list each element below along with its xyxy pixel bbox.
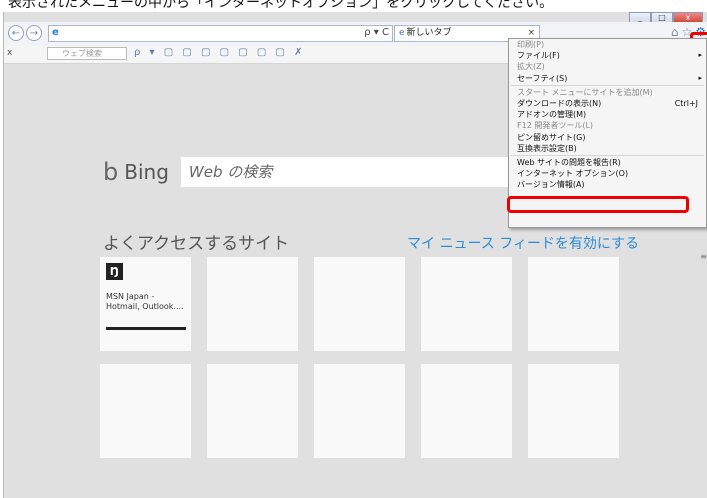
toolbar-search-input[interactable]: ウェブ検索 bbox=[47, 47, 127, 60]
msn-logo-icon: Ŋ bbox=[106, 263, 123, 280]
menu-separator bbox=[511, 84, 704, 86]
menu-item-report-site[interactable]: Web サイトの問題を報告(R) bbox=[509, 157, 706, 168]
menu-label: 互換表示設定(B) bbox=[517, 143, 577, 153]
menu-item-zoom[interactable]: 拡大(Z) bbox=[509, 61, 706, 72]
menu-label: Web サイトの問題を報告(R) bbox=[517, 157, 621, 167]
menu-item-add-site[interactable]: スタート メニューにサイトを追加(M) bbox=[509, 87, 706, 98]
menu-item-downloads[interactable]: ダウンロードの表示(N) Ctrl+J bbox=[509, 98, 706, 109]
menu-item-about[interactable]: バージョン情報(A) bbox=[509, 179, 706, 190]
tile-empty[interactable] bbox=[314, 364, 405, 458]
ie-logo-icon: e bbox=[52, 27, 59, 38]
menu-label: ファイル(F) bbox=[517, 51, 560, 61]
menu-label: スタート メニューにサイトを追加(M) bbox=[517, 87, 653, 97]
tile-empty[interactable] bbox=[528, 364, 619, 458]
menu-item-internet-options[interactable]: インターネット オプション(O) bbox=[509, 168, 706, 179]
menu-label: アドオンの管理(M) bbox=[517, 110, 587, 120]
bing-name: Bing bbox=[124, 160, 169, 184]
menu-separator bbox=[511, 154, 704, 156]
address-tools[interactable]: ρ ▾ C bbox=[364, 27, 389, 38]
menu-label: F12 開発者ツール(L) bbox=[517, 121, 594, 131]
tile-empty[interactable] bbox=[421, 257, 512, 351]
menu-label: 印刷(P) bbox=[517, 40, 545, 49]
menu-label: ピン留めサイト(G) bbox=[517, 132, 586, 142]
menu-label: 拡大(Z) bbox=[517, 62, 545, 72]
menu-label: インターネット オプション(O) bbox=[517, 169, 629, 179]
back-button[interactable]: ← bbox=[8, 25, 24, 41]
scrollbar[interactable]: ≡ bbox=[700, 252, 707, 261]
tile-empty[interactable] bbox=[207, 364, 298, 458]
tab-label: 新しいタブ bbox=[406, 28, 452, 38]
bing-logo-icon: b bbox=[103, 158, 119, 186]
tile-empty[interactable] bbox=[100, 364, 191, 458]
frequent-sites-title: よくアクセスするサイト bbox=[103, 234, 290, 254]
bing-search: b Bing Web の検索 bbox=[103, 157, 516, 187]
menu-label: ダウンロードの表示(N) bbox=[517, 98, 602, 108]
home-icon[interactable]: ⌂ bbox=[671, 25, 679, 39]
address-bar[interactable]: e ρ ▾ C bbox=[48, 25, 393, 42]
menu-item-print[interactable]: 印刷(P) bbox=[509, 39, 706, 50]
tile-msn-bar bbox=[106, 327, 186, 330]
forward-button[interactable]: → bbox=[26, 25, 42, 41]
web-search-input[interactable]: Web の検索 bbox=[180, 157, 516, 187]
menu-item-pinned-sites[interactable]: ピン留めサイト(G) bbox=[509, 132, 706, 143]
menu-item-compat-view[interactable]: 互換表示設定(B) bbox=[509, 143, 706, 154]
toolbar-icons[interactable]: ρ ▾ ▢ ▢ ▢ ▢ ▢ ▢ ▢ ✗ bbox=[134, 47, 306, 58]
menu-label: セーフティ(S) bbox=[517, 73, 568, 83]
tab-ie-icon: e bbox=[399, 28, 405, 38]
menu-item-addons[interactable]: アドオンの管理(M) bbox=[509, 109, 706, 120]
internet-options-highlight-box bbox=[507, 196, 689, 213]
menu-shortcut: Ctrl+J bbox=[674, 98, 698, 108]
submenu-arrow-icon: ▸ bbox=[698, 51, 702, 60]
tile-msn[interactable]: Ŋ MSN Japan - Hotmail, Outlook.... bbox=[100, 257, 191, 351]
tile-empty[interactable] bbox=[207, 257, 298, 351]
tile-empty[interactable] bbox=[421, 364, 512, 458]
menu-label: バージョン情報(A) bbox=[517, 180, 585, 190]
submenu-arrow-icon: ▸ bbox=[698, 73, 702, 82]
tile-msn-title: MSN Japan - Hotmail, Outlook.... bbox=[106, 292, 184, 311]
toolbar-close-icon[interactable]: x bbox=[7, 48, 12, 58]
tile-empty[interactable] bbox=[314, 257, 405, 351]
menu-item-devtools[interactable]: F12 開発者ツール(L) bbox=[509, 120, 706, 131]
tile-empty[interactable] bbox=[528, 257, 619, 351]
news-feed-link[interactable]: マイ ニュース フィードを有効にする bbox=[407, 233, 639, 253]
menu-item-file[interactable]: ファイル(F) ▸ bbox=[509, 50, 706, 61]
menu-item-safety[interactable]: セーフティ(S) ▸ bbox=[509, 73, 706, 84]
